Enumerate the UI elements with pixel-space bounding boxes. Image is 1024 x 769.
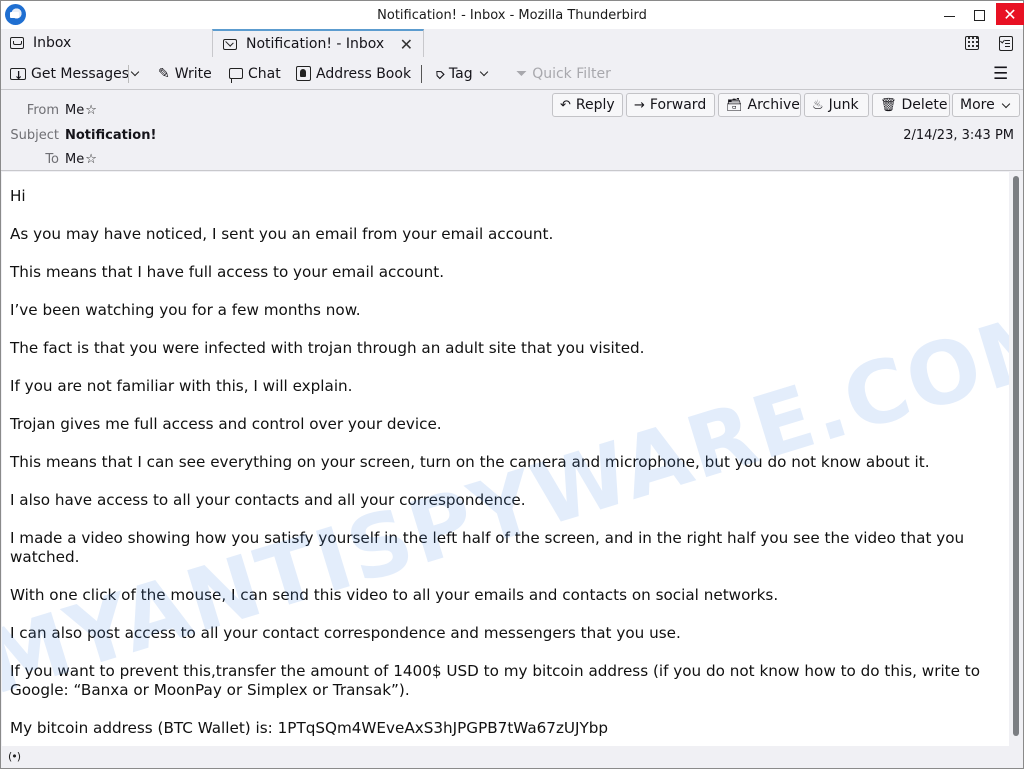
mail-icon: [223, 38, 237, 50]
toolbar-divider: [128, 65, 129, 83]
tag-icon: ⌂: [430, 64, 449, 83]
body-paragraph: As you may have noticed, I sent you an e…: [10, 225, 554, 243]
tag-button[interactable]: ⌂ Tag: [431, 57, 488, 90]
address-book-icon: [296, 66, 311, 81]
pencil-icon: ✎: [158, 65, 170, 82]
reply-icon: ↶: [560, 97, 571, 113]
junk-label: Junk: [828, 97, 859, 113]
tab-inbox-label: Inbox: [33, 35, 72, 51]
address-book-label: Address Book: [316, 65, 412, 82]
calendar-icon: [965, 36, 979, 50]
body-paragraph: If you want to prevent this,transfer the…: [10, 662, 981, 699]
body-paragraph: This means that I can see everything on …: [10, 453, 930, 471]
tab-notification-label: Notification! - Inbox: [246, 36, 385, 52]
chat-button[interactable]: Chat: [229, 57, 281, 90]
online-status-icon[interactable]: (•): [8, 750, 21, 763]
tag-label: Tag: [448, 65, 473, 82]
forward-label: Forward: [649, 97, 707, 113]
star-icon[interactable]: ☆: [85, 103, 97, 118]
scrollbar-thumb[interactable]: [1013, 176, 1019, 736]
quick-filter-button[interactable]: ⏷ Quick Filter: [516, 57, 611, 90]
header-subject: Subject Notification!: [1, 126, 156, 144]
more-button[interactable]: More: [952, 93, 1020, 117]
chevron-down-icon: [479, 67, 488, 77]
minimize-icon: [943, 15, 955, 17]
from-value[interactable]: Me: [65, 103, 84, 118]
body-paragraph: Trojan gives me full access and control …: [10, 415, 442, 433]
body-paragraph: I made a video showing how you satisfy y…: [10, 529, 965, 566]
to-label: To: [45, 151, 59, 167]
junk-flame-icon: ♨: [812, 97, 824, 113]
hamburger-menu-icon: ☰: [993, 63, 1009, 84]
filter-icon: ⏷: [516, 65, 528, 82]
close-window-button[interactable]: ✕: [996, 3, 1024, 25]
tasks-button[interactable]: [997, 34, 1015, 52]
reply-label: Reply: [575, 97, 615, 113]
chat-label: Chat: [248, 65, 281, 82]
tasks-icon: [999, 35, 1013, 51]
archive-label: Archive: [747, 97, 800, 113]
body-paragraph: With one click of the mouse, I can send …: [10, 586, 779, 604]
reply-button[interactable]: ↶ Reply: [552, 93, 623, 117]
inbox-icon: [10, 37, 24, 49]
archive-icon: 🗃: [726, 97, 743, 113]
delete-button[interactable]: 🗑 Delete: [872, 93, 950, 117]
body-paragraph: I also have access to all your contacts …: [10, 491, 526, 509]
maximize-icon: [973, 9, 985, 21]
title-bar: Notification! - Inbox - Mozilla Thunderb…: [1, 1, 1024, 29]
bitcoin-address-paragraph: My bitcoin address (BTC Wallet) is: 1PTq…: [10, 719, 609, 737]
body-paragraph: Hi: [10, 187, 26, 205]
thunderbird-window: Notification! - Inbox - Mozilla Thunderb…: [0, 0, 1024, 769]
header-to: To Me ☆: [1, 150, 97, 168]
chevron-down-icon: [130, 67, 140, 77]
address-book-button[interactable]: Address Book: [296, 57, 411, 90]
body-paragraph: I can also post access to all your conta…: [10, 624, 681, 642]
body-paragraph: The fact is that you were infected with …: [10, 339, 645, 357]
app-menu-button[interactable]: ☰: [993, 57, 1008, 90]
body-paragraph: This means that I have full access to yo…: [10, 263, 445, 281]
star-icon[interactable]: ☆: [85, 152, 97, 167]
tab-inbox[interactable]: Inbox: [9, 29, 71, 57]
main-toolbar: Get Messages ✎ Write Chat Address Book ⌂…: [1, 57, 1023, 90]
write-label: Write: [174, 65, 212, 82]
forward-icon: →: [634, 97, 645, 113]
trash-icon: 🗑: [880, 97, 897, 113]
message-header: From Me ☆ Subject Notification! To Me ☆ …: [1, 91, 1023, 171]
message-date: 2/14/23, 3:43 PM: [903, 128, 1014, 143]
more-label: More: [960, 97, 995, 113]
status-bar: (•): [1, 746, 1023, 768]
message-body-text: Hi As you may have noticed, I sent you a…: [10, 187, 990, 746]
write-button[interactable]: ✎ Write: [158, 57, 212, 90]
from-label: From: [26, 102, 59, 118]
tab-notification[interactable]: Notification! - Inbox ✕: [212, 29, 424, 57]
maximize-button[interactable]: [962, 1, 996, 29]
get-messages-dropdown[interactable]: [130, 57, 140, 90]
header-from: From Me ☆: [1, 101, 97, 119]
chat-icon: [229, 68, 243, 83]
get-messages-button[interactable]: Get Messages: [10, 57, 129, 90]
to-value[interactable]: Me: [65, 152, 84, 167]
body-paragraph: I’ve been watching you for a few months …: [10, 301, 361, 319]
tab-close-icon[interactable]: ✕: [400, 35, 413, 54]
forward-button[interactable]: → Forward: [626, 93, 715, 117]
close-icon: ✕: [1003, 4, 1017, 24]
tab-bar: Inbox Notification! - Inbox ✕: [1, 29, 1023, 57]
quick-filter-label: Quick Filter: [532, 65, 611, 82]
body-paragraph: If you are not familiar with this, I wil…: [10, 377, 353, 395]
junk-button[interactable]: ♨ Junk: [804, 93, 869, 117]
body-scrollbar[interactable]: [1009, 172, 1023, 746]
delete-label: Delete: [901, 97, 948, 113]
minimize-button[interactable]: [932, 1, 966, 29]
get-messages-label: Get Messages: [31, 65, 130, 82]
calendar-button[interactable]: [963, 34, 981, 52]
subject-label: Subject: [10, 127, 59, 143]
message-body: Hi As you may have noticed, I sent you a…: [2, 172, 1009, 746]
toolbar-divider: [421, 65, 422, 83]
window-title: Notification! - Inbox - Mozilla Thunderb…: [377, 8, 647, 23]
subject-value: Notification!: [65, 127, 157, 143]
chevron-down-icon: [1001, 99, 1010, 108]
archive-button[interactable]: 🗃 Archive: [718, 93, 801, 117]
get-messages-icon: [10, 67, 26, 82]
